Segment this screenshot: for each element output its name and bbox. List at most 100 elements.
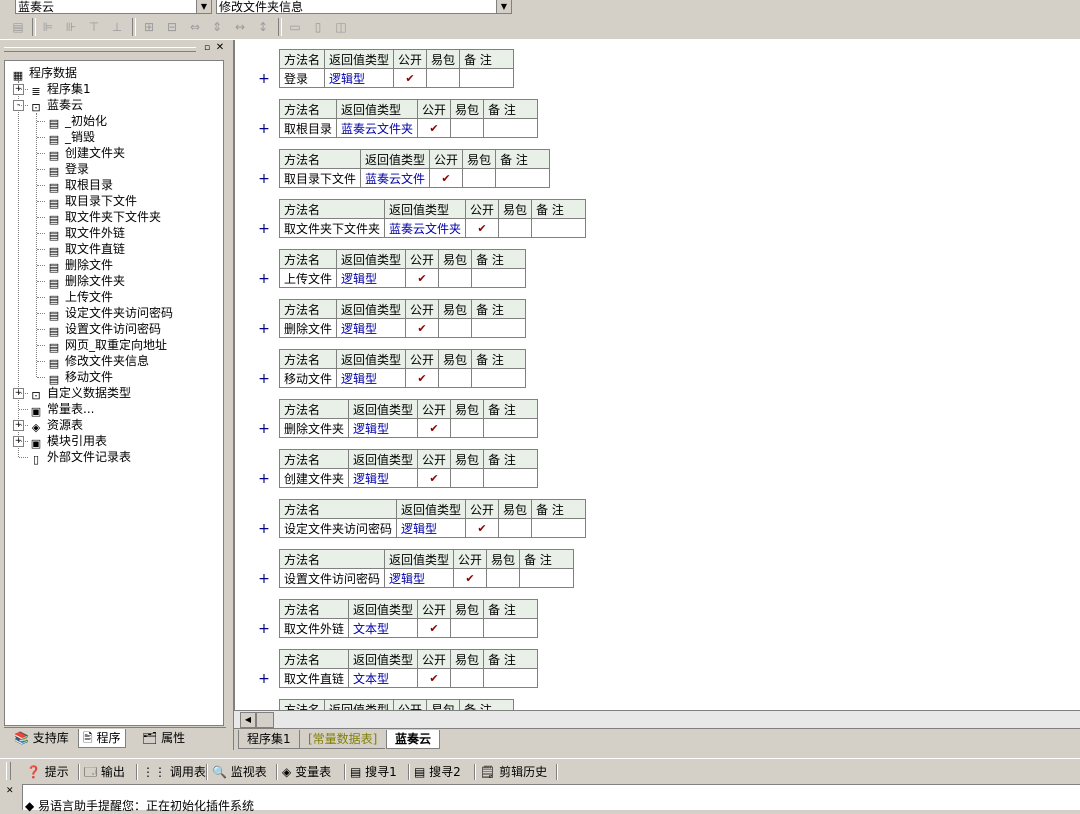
tree-item[interactable]: ▤ 取文件夹下文件夹 — [47, 209, 161, 226]
return-type-cell[interactable]: 文本型 — [348, 618, 419, 638]
tree-item[interactable]: ◈ 资源表 — [29, 417, 83, 434]
width-icon[interactable]: ▭ — [287, 19, 303, 35]
easy-pack-cell[interactable] — [450, 668, 485, 688]
tree-item[interactable]: ▣ 模块引用表 — [29, 433, 107, 450]
tree-item[interactable]: ▤ 移动文件 — [47, 369, 113, 386]
tab-search1[interactable]: ▤ 搜寻1 — [350, 763, 397, 781]
expand-method-icon[interactable]: + — [257, 471, 271, 487]
center-vertical-icon[interactable]: ⊟ — [164, 19, 180, 35]
panel-close-icon[interactable]: ✕ — [215, 43, 225, 53]
method-name-cell[interactable]: 取文件直链 — [278, 668, 350, 688]
return-type-cell[interactable]: 逻辑型 — [348, 418, 419, 438]
expand-method-icon[interactable]: + — [257, 521, 271, 537]
space-vertical-icon[interactable]: ↕ — [255, 19, 271, 35]
public-checkmark-icon[interactable]: ✔ — [417, 618, 452, 638]
project-tree[interactable]: ▦ 程序数据 + ≣ 程序集1- ⊡ 蓝奏云 ▤ _初始化 ▤ _销毁 ▤ 创建文件夹 ▤ 登录 ▤ 取根目录… — [4, 60, 224, 726]
tree-item[interactable]: ▤ 设置文件访问密码 — [47, 321, 161, 338]
tab-properties[interactable]: 🗂 属性 — [138, 729, 189, 747]
space-horizontal-icon[interactable]: ↔ — [232, 19, 248, 35]
expand-method-icon[interactable]: + — [257, 71, 271, 87]
tree-item[interactable]: ▤ _销毁 — [47, 129, 95, 146]
tree-item[interactable]: ≣ 程序集1 — [29, 81, 90, 98]
tab-support-library[interactable]: 📚 支持库 — [10, 729, 73, 747]
note-cell[interactable] — [471, 268, 527, 288]
public-checkmark-icon[interactable]: ✔ — [465, 218, 500, 238]
tree-item[interactable]: ▤ _初始化 — [47, 113, 107, 130]
tab-watch[interactable]: 🔍 监视表 — [212, 763, 267, 781]
method-name-cell[interactable]: 取目录下文件 — [278, 168, 362, 188]
same-width-icon[interactable]: ⇔ — [187, 19, 203, 35]
tab-hint[interactable]: ❓ 提示 — [26, 763, 69, 781]
public-checkmark-icon[interactable]: ✔ — [417, 468, 452, 488]
easy-pack-cell[interactable] — [462, 168, 497, 188]
tree-root[interactable]: ▦ 程序数据 — [11, 65, 77, 82]
note-cell[interactable] — [519, 568, 575, 588]
method-name-cell[interactable]: 登录 — [278, 68, 326, 88]
easy-pack-cell[interactable] — [450, 618, 485, 638]
return-type-cell[interactable]: 逻辑型 — [396, 518, 467, 538]
align-top-icon[interactable]: ⊤ — [86, 19, 102, 35]
note-cell[interactable] — [483, 668, 539, 688]
public-checkmark-icon[interactable]: ✔ — [453, 568, 488, 588]
horizontal-scrollbar[interactable]: ◀ — [234, 710, 1080, 728]
method-name-cell[interactable]: 删除文件 — [278, 318, 338, 338]
tab-call-stack[interactable]: ⋮⋮ 调用表 — [142, 763, 206, 781]
properties-icon[interactable]: ▤ — [10, 19, 26, 35]
tab-variables[interactable]: ◈ 变量表 — [282, 763, 331, 781]
method-name-cell[interactable]: 取根目录 — [278, 118, 338, 138]
expand-method-icon[interactable]: + — [257, 271, 271, 287]
return-type-cell[interactable]: 逻辑型 — [384, 568, 455, 588]
return-type-cell[interactable]: 逻辑型 — [324, 68, 395, 88]
tab-clipboard-history[interactable]: 🗒 剪辑历史 — [480, 763, 547, 781]
expand-method-icon[interactable]: + — [257, 421, 271, 437]
tree-item[interactable]: ⊡ 蓝奏云 — [29, 97, 83, 114]
easy-pack-cell[interactable] — [450, 418, 485, 438]
method-name-cell[interactable]: 创建文件夹 — [278, 468, 350, 488]
expand-method-icon[interactable]: + — [257, 171, 271, 187]
note-cell[interactable] — [483, 618, 539, 638]
align-bottom-icon[interactable]: ⊥ — [109, 19, 125, 35]
method-name-cell[interactable]: 设定文件夹访问密码 — [278, 518, 398, 538]
note-cell[interactable] — [471, 318, 527, 338]
return-type-cell[interactable]: 蓝奏云文件夹 — [336, 118, 419, 138]
note-cell[interactable] — [483, 468, 539, 488]
return-type-cell[interactable]: 逻辑型 — [336, 368, 407, 388]
easy-pack-cell[interactable] — [498, 218, 533, 238]
file-tab-lanzou[interactable]: 蓝奏云 — [386, 730, 441, 749]
return-type-cell[interactable]: 蓝奏云文件夹 — [384, 218, 467, 238]
code-editor[interactable]: + 方法名 返回值类型 公开 易包备 注登录 逻辑型 ✔ + 方法名 返回值类型 公开 易包备 注取根… — [234, 40, 1080, 710]
easy-pack-cell[interactable] — [486, 568, 521, 588]
public-checkmark-icon[interactable]: ✔ — [429, 168, 464, 188]
tree-item[interactable]: ▤ 修改文件夹信息 — [47, 353, 149, 370]
expand-method-icon[interactable]: + — [257, 221, 271, 237]
return-type-cell[interactable]: 逻辑型 — [336, 268, 407, 288]
return-type-cell[interactable]: 逻辑型 — [336, 318, 407, 338]
tree-item[interactable]: ▤ 删除文件夹 — [47, 273, 125, 290]
tree-item[interactable]: ▤ 取根目录 — [47, 177, 113, 194]
method-name-cell[interactable]: 移动文件 — [278, 368, 338, 388]
tree-item[interactable]: ▤ 网页_取重定向地址 — [47, 337, 167, 354]
subroutine-selector[interactable]: 修改文件夹信息 ▼ — [216, 0, 512, 14]
size-icon[interactable]: ◫ — [333, 19, 349, 35]
public-checkmark-icon[interactable]: ✔ — [417, 118, 452, 138]
easy-pack-cell[interactable] — [438, 268, 473, 288]
tree-item[interactable]: ▯ 外部文件记录表 — [29, 449, 131, 466]
align-left-icon[interactable]: ⊫ — [40, 19, 56, 35]
expand-method-icon[interactable]: + — [257, 571, 271, 587]
return-type-cell[interactable]: 蓝奏云文件 — [360, 168, 431, 188]
public-checkmark-icon[interactable]: ✔ — [393, 68, 428, 88]
method-name-cell[interactable]: 取文件外链 — [278, 618, 350, 638]
note-cell[interactable] — [495, 168, 551, 188]
expand-method-icon[interactable]: + — [257, 671, 271, 687]
easy-pack-cell[interactable] — [498, 518, 533, 538]
method-name-cell[interactable]: 设置文件访问密码 — [278, 568, 386, 588]
tree-item[interactable]: ▣ 常量表... — [29, 401, 95, 418]
same-height-icon[interactable]: ⇕ — [209, 19, 225, 35]
public-checkmark-icon[interactable]: ✔ — [405, 318, 440, 338]
note-cell[interactable] — [531, 518, 587, 538]
return-type-cell[interactable]: 逻辑型 — [348, 468, 419, 488]
easy-pack-cell[interactable] — [450, 468, 485, 488]
tab-program[interactable]: 🖹 程序 — [78, 729, 126, 748]
expand-method-icon[interactable]: + — [257, 621, 271, 637]
public-checkmark-icon[interactable]: ✔ — [417, 668, 452, 688]
